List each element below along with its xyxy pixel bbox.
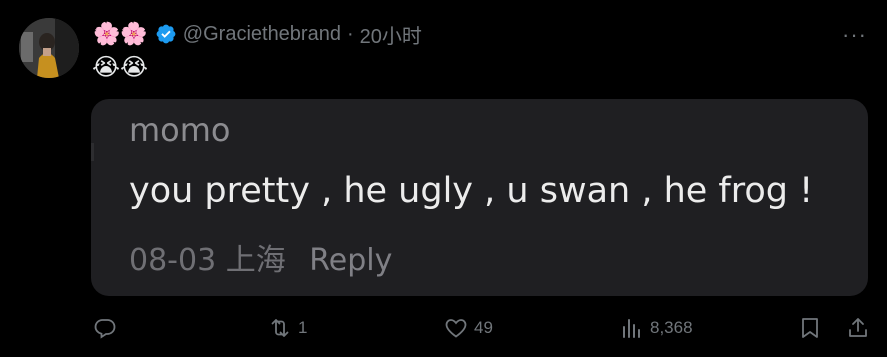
views-button[interactable]: 8,368 — [620, 316, 693, 340]
retweet-count: 1 — [298, 318, 308, 337]
share-button[interactable] — [846, 316, 870, 340]
avatar-image — [19, 18, 79, 78]
like-button[interactable]: 49 — [444, 316, 493, 340]
reply-button[interactable] — [93, 316, 123, 340]
timestamp[interactable]: 20小时 — [360, 20, 422, 49]
action-bar: 1 49 8,368 — [0, 314, 887, 346]
bookmark-button[interactable] — [798, 316, 822, 340]
avatar[interactable] — [19, 18, 79, 78]
comment-meta: 08-03 上海 Reply — [129, 235, 392, 279]
heart-icon — [445, 319, 467, 338]
bookmark-icon — [802, 318, 818, 338]
comment-reply-label: Reply — [309, 243, 393, 278]
comment-date: 08-03 — [129, 243, 217, 278]
card-edge-mark — [91, 143, 94, 161]
comment-author: momo — [129, 111, 231, 149]
flower-emoji: 🌸🌸 — [93, 21, 148, 46]
verified-badge-icon — [156, 24, 176, 44]
more-options-button[interactable]: ··· — [842, 22, 867, 48]
bar-chart-icon — [623, 319, 640, 338]
reply-icon — [94, 319, 116, 339]
comment-text: you pretty , he ugly , u swan , he frog … — [129, 171, 814, 211]
user-handle[interactable]: @Graciethebrand — [183, 23, 341, 46]
retweet-button[interactable]: 1 — [268, 316, 307, 340]
share-icon — [849, 318, 867, 337]
retweet-icon — [271, 319, 289, 337]
like-count: 49 — [474, 318, 493, 337]
comment-location: 上海 — [225, 243, 286, 278]
embedded-image[interactable]: momo you pretty , he ugly , u swan , he … — [91, 99, 868, 296]
tweet-header: 🌸🌸 @Graciethebrand · 20小时 — [93, 19, 422, 49]
view-count: 8,368 — [650, 318, 693, 337]
separator-dot: · — [346, 22, 354, 45]
tweet-text: 😭😭 — [92, 54, 149, 81]
